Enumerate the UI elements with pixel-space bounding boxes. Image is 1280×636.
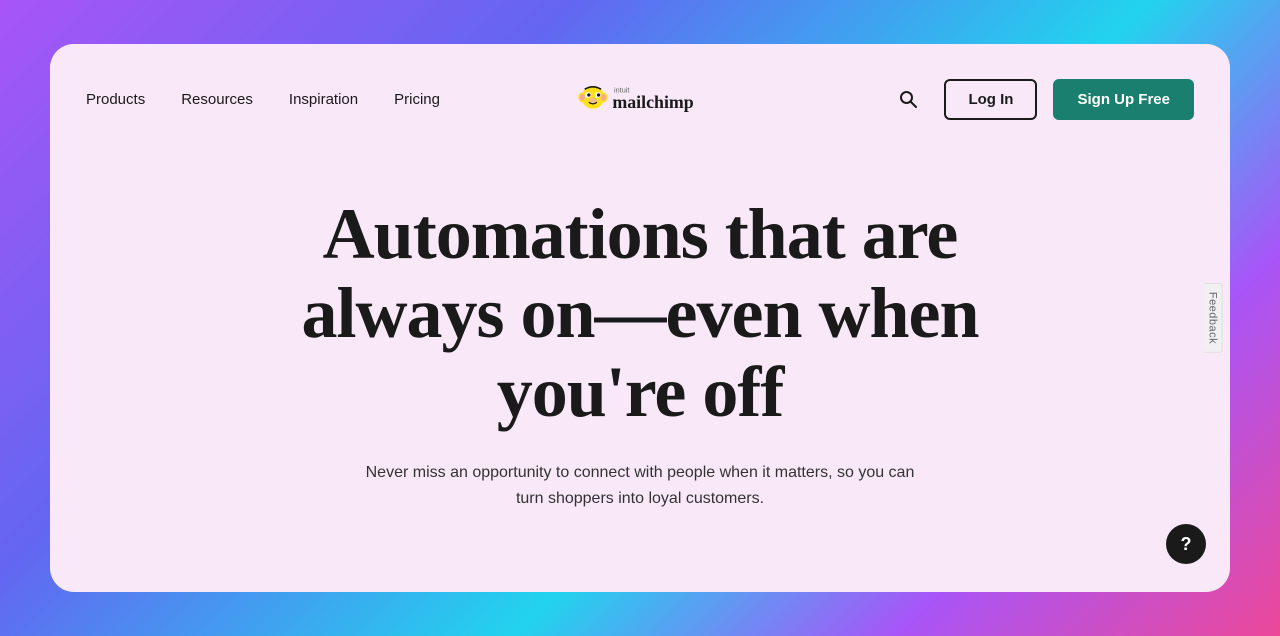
login-button[interactable]: Log In (944, 79, 1037, 120)
mailchimp-logo: intuit mailchimp (575, 79, 705, 119)
feedback-tab[interactable]: Feedback (1203, 283, 1222, 353)
main-card: Products Resources Inspiration Pricing (50, 44, 1230, 592)
nav-item-products[interactable]: Products (86, 91, 145, 108)
nav-right: Log In Sign Up Free (888, 79, 1194, 120)
search-icon (898, 89, 918, 109)
nav-left: Products Resources Inspiration Pricing (86, 91, 888, 108)
navbar: Products Resources Inspiration Pricing (50, 44, 1230, 154)
nav-item-inspiration[interactable]: Inspiration (289, 91, 358, 108)
nav-item-pricing[interactable]: Pricing (394, 91, 440, 108)
search-button[interactable] (888, 79, 928, 119)
logo-container[interactable]: intuit mailchimp (575, 79, 705, 119)
nav-item-resources[interactable]: Resources (181, 91, 253, 108)
hero-subtitle: Never miss an opportunity to connect wit… (360, 460, 920, 511)
signup-button[interactable]: Sign Up Free (1053, 79, 1194, 120)
hero-title: Automations that are always on—even when… (290, 195, 990, 433)
hero-section: Automations that are always on—even when… (50, 154, 1230, 592)
help-button[interactable]: ? (1166, 524, 1206, 564)
svg-text:mailchimp: mailchimp (612, 92, 693, 112)
